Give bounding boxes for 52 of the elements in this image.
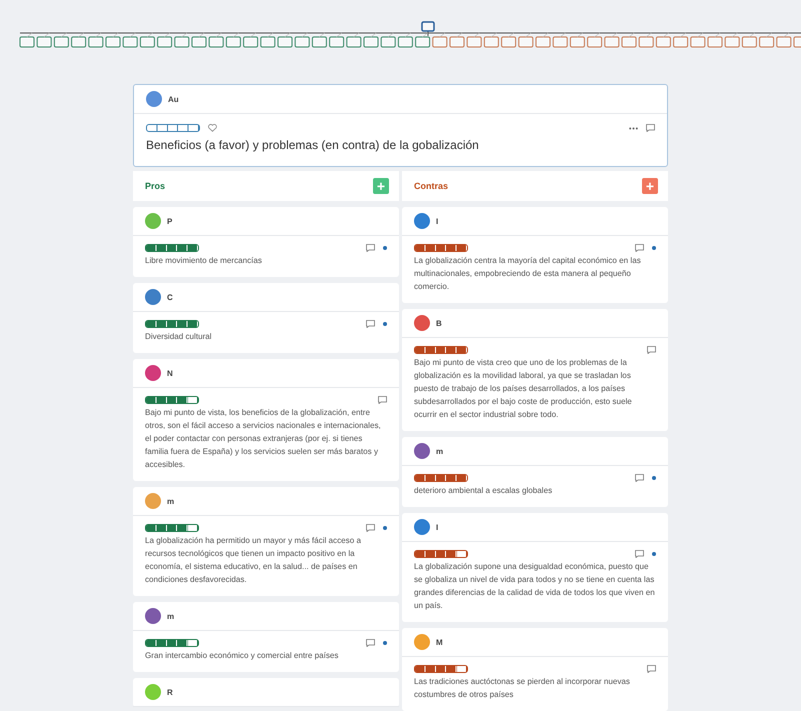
add-button[interactable]: + xyxy=(373,178,389,194)
rating-bar[interactable] xyxy=(145,320,199,328)
rating-bar[interactable] xyxy=(146,124,200,132)
author-name: M xyxy=(436,638,443,646)
column-title: Contras xyxy=(414,181,448,191)
comment-icon[interactable] xyxy=(366,244,375,252)
argument-text: La globalización centra la mayoría del capital económico en las multinacionales, empobreciendo de esta manera al pequeño comercio. xyxy=(414,255,642,293)
comment-icon[interactable] xyxy=(635,244,644,252)
argument-text: deterioro ambiental a escalas globales xyxy=(414,485,554,497)
author-name: I xyxy=(436,216,438,226)
comment-icon[interactable] xyxy=(366,639,375,647)
more-icon[interactable] xyxy=(629,126,638,130)
author-name: B xyxy=(436,318,442,328)
argument-text: Gran intercambio económico y comercial entre países xyxy=(145,650,340,662)
add-button[interactable]: + xyxy=(642,178,658,194)
comment-icon[interactable] xyxy=(378,396,387,404)
comment-icon[interactable] xyxy=(647,665,656,673)
author-name: m xyxy=(167,496,174,506)
author-name: R xyxy=(167,688,173,696)
author-name: I xyxy=(436,522,438,532)
author-name: P xyxy=(167,216,172,226)
argument-text: Bajo mi punto de vista, los beneficios de la globalización, entre otros, son el fácil acceso a servicios nacionales e internacionales, el poder contactar con personas extranjeras (por ej. si tienes familia fuera de España) y los servicios suelen ser más baratos y accesibles. xyxy=(145,407,382,471)
argument-text: Las tradiciones auctóctonas se pierden al incorporar nuevas costumbres de otros países xyxy=(414,676,631,701)
comment-icon[interactable] xyxy=(635,550,644,558)
rating-bar[interactable] xyxy=(145,396,199,404)
heart-icon[interactable] xyxy=(208,124,217,132)
argument-text: Diversidad cultural xyxy=(145,331,213,343)
rating-bar[interactable] xyxy=(414,550,468,558)
rating-bar[interactable] xyxy=(145,524,199,532)
rating-bar[interactable] xyxy=(145,244,199,252)
argument-text: Libre movimiento de mercancías xyxy=(145,255,263,267)
author-name: C xyxy=(167,292,173,302)
rating-bar[interactable] xyxy=(414,346,468,354)
rating-bar[interactable] xyxy=(414,665,468,673)
avatar-icon xyxy=(146,91,162,107)
topic-title: Beneficios (a favor) y problemas (en contra) de la gobalización xyxy=(146,138,480,152)
author-name: m xyxy=(167,612,174,620)
argument-text: Bajo mi punto de vista creo que uno de los problemas de la globalización es la movilidad laboral, ya que se trasladan los puesto de trabajo de los países desarrollados, a los países subdesarrollados por el bajo coste de producción, esto suele ocurrir en el sector industrial sobre todo. xyxy=(414,357,633,421)
author-name: N xyxy=(167,368,173,378)
comment-icon[interactable] xyxy=(635,474,644,482)
comment-icon[interactable] xyxy=(366,320,375,328)
comment-icon[interactable] xyxy=(646,124,655,132)
comment-icon[interactable] xyxy=(366,524,375,532)
column-title: Pros xyxy=(145,181,166,191)
argument-text: La globalización ha permitido un mayor y más fácil acceso a recursos tecnológicos que tienen un impacto positivo en la economía, el sistema educativo, en la salud... de países en condiciones desfavorecidas. xyxy=(145,535,362,586)
rating-bar[interactable] xyxy=(145,639,199,647)
author-name: Au xyxy=(168,94,179,104)
rating-bar[interactable] xyxy=(414,474,468,482)
rating-bar[interactable] xyxy=(414,244,468,252)
author-name: m xyxy=(436,446,444,456)
argument-text: La globalización supone una desigualdad económica, puesto que se globaliza un nivel de vida para todos y no se tiene en cuenta las grandes diferencias de la calidad de vida de todos los que viven en un país. xyxy=(414,561,656,612)
comment-icon[interactable] xyxy=(647,346,656,354)
